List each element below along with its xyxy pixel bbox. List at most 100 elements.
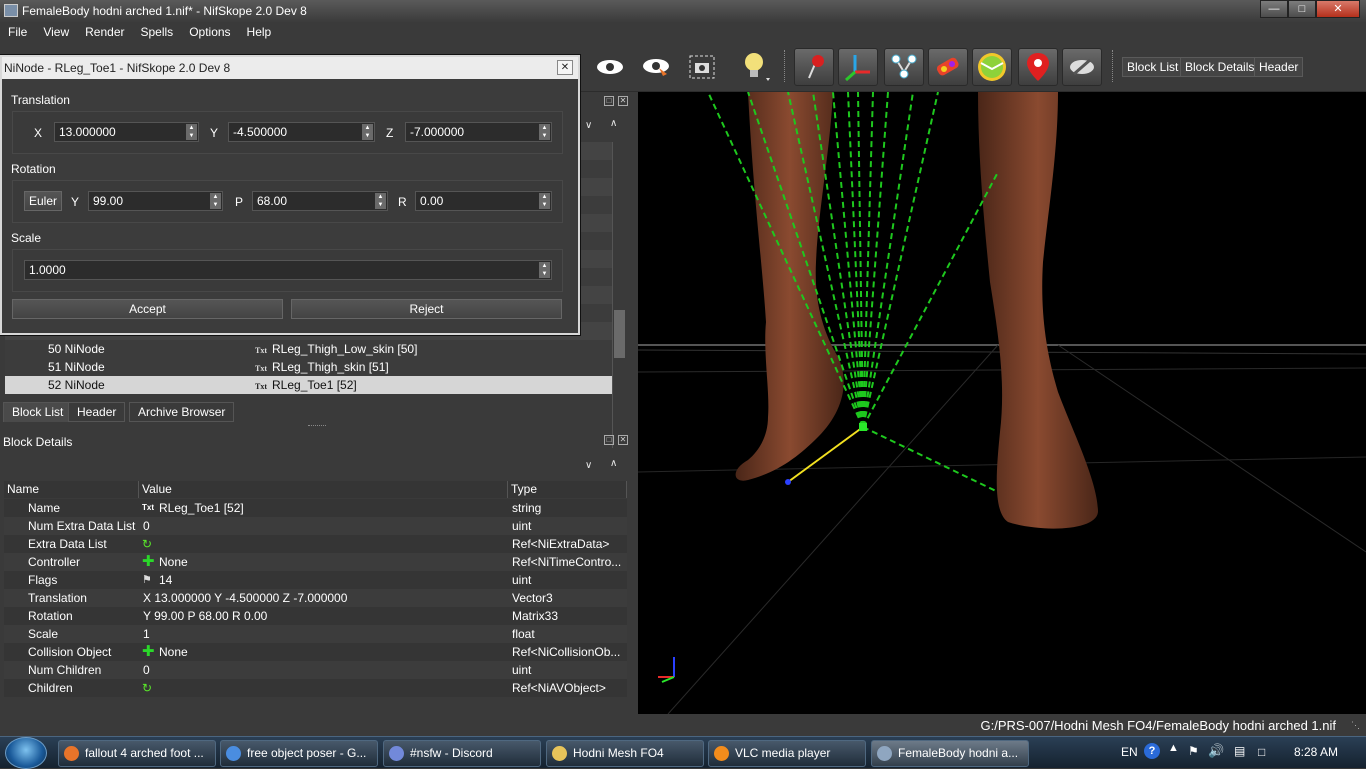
show-visible-icon[interactable] (590, 48, 630, 86)
tree-scrollbar[interactable] (612, 142, 626, 448)
tab-archive-browser[interactable]: Archive Browser (129, 402, 235, 422)
show-hidden-icon[interactable] (636, 48, 676, 86)
close-details-icon[interactable]: ✕ (618, 435, 628, 445)
details-row[interactable]: Scale 1 float (4, 625, 627, 643)
details-row-value[interactable]: RLeg_Toe1 [52] (159, 499, 244, 517)
marker-pin-icon[interactable] (1018, 48, 1058, 86)
collapse-down-icon[interactable]: ∨ (585, 460, 592, 471)
details-row-value[interactable]: 0 (143, 517, 150, 535)
menu-view[interactable]: View (35, 22, 77, 42)
collapse-up-icon[interactable]: ∧ (610, 458, 617, 469)
action-center-icon[interactable]: □ (1258, 745, 1265, 759)
nodes-icon[interactable] (884, 48, 924, 86)
screenshot-icon[interactable] (682, 48, 722, 86)
reject-button[interactable]: Reject (291, 299, 562, 319)
details-row[interactable]: Children ↻ Ref<NiAVObject> (4, 679, 627, 697)
details-row-value[interactable]: 0 (143, 661, 150, 679)
collapse-down-icon[interactable]: ∨ (585, 120, 592, 131)
details-row-value[interactable]: X 13.000000 Y -4.500000 Z -7.000000 (143, 589, 347, 607)
scale-input[interactable]: 1.0000 ▲ ▼ (24, 260, 552, 280)
start-button-icon[interactable] (5, 737, 47, 769)
spin-arrows-icon[interactable]: ▲ ▼ (375, 193, 386, 209)
hide-toggle-icon[interactable] (1062, 48, 1102, 86)
details-row-value[interactable]: Y 99.00 P 68.00 R 0.00 (143, 607, 267, 625)
menu-file[interactable]: File (0, 22, 35, 42)
toolbar-block-details-button[interactable]: Block Details (1180, 57, 1260, 77)
select-icon[interactable] (794, 48, 834, 86)
taskbar-task[interactable]: free object poser - G... (220, 740, 378, 767)
lighting-bulb-icon[interactable] (736, 48, 776, 86)
resize-grip-icon[interactable]: ⋱ (1351, 720, 1360, 731)
spin-arrows-icon[interactable]: ▲ ▼ (539, 262, 550, 278)
details-row[interactable]: Flags ⚑ 14 uint (4, 571, 627, 589)
rotation-p-input[interactable]: 68.00 ▲ ▼ (252, 191, 388, 211)
column-header-name[interactable]: Name (4, 481, 139, 498)
spin-arrows-icon[interactable]: ▲ ▼ (186, 124, 197, 140)
tray-flag-icon[interactable]: ⚑ (1188, 744, 1199, 758)
details-row[interactable]: Num Extra Data List 0 uint (4, 517, 627, 535)
details-row[interactable]: Name Txt RLeg_Toe1 [52] string (4, 499, 627, 517)
collapse-up-icon[interactable]: ∧ (610, 118, 617, 129)
close-button[interactable]: ✕ (1316, 0, 1360, 18)
euler-button[interactable]: Euler (24, 191, 62, 211)
details-row-value[interactable]: 14 (159, 571, 172, 589)
clock[interactable]: 8:28 AM (1294, 745, 1338, 759)
toolbar-block-list-button[interactable]: Block List (1122, 57, 1184, 77)
menu-spells[interactable]: Spells (133, 22, 182, 42)
taskbar-task[interactable]: Hodni Mesh FO4 (546, 740, 704, 767)
menu-help[interactable]: Help (239, 22, 280, 42)
details-row[interactable]: Rotation Y 99.00 P 68.00 R 0.00 Matrix33 (4, 607, 627, 625)
taskbar-task[interactable]: fallout 4 arched foot ... (58, 740, 216, 767)
rotation-y-input[interactable]: 99.00 ▲ ▼ (88, 191, 223, 211)
details-row-value[interactable]: None (159, 643, 188, 661)
tray-up-icon[interactable]: ▲ (1168, 742, 1179, 754)
add-reference-icon: ✚ (142, 553, 155, 570)
details-row[interactable]: Num Children 0 uint (4, 661, 627, 679)
maximize-button[interactable]: □ (1288, 0, 1316, 18)
close-panel-icon[interactable]: ✕ (618, 96, 628, 106)
collision-icon[interactable] (972, 48, 1012, 86)
tab-header[interactable]: Header (68, 402, 126, 422)
taskbar-task[interactable]: FemaleBody hodni a... (871, 740, 1029, 767)
translation-x-input[interactable]: 13.000000 ▲ ▼ (54, 122, 199, 142)
menu-render[interactable]: Render (77, 22, 132, 42)
column-header-value[interactable]: Value (139, 481, 508, 498)
float-panel-icon[interactable]: □ (604, 96, 614, 106)
column-header-type[interactable]: Type (508, 481, 627, 498)
tree-scrollbar-thumb[interactable] (614, 310, 625, 358)
details-row[interactable]: Extra Data List ↻ Ref<NiExtraData> (4, 535, 627, 553)
details-row-value[interactable]: None (159, 553, 188, 571)
toolbar-header-button[interactable]: Header (1254, 57, 1304, 77)
rotation-r-input[interactable]: 0.00 ▲ ▼ (415, 191, 552, 211)
translation-z-input[interactable]: -7.000000 ▲ ▼ (405, 122, 552, 142)
spin-arrows-icon[interactable]: ▲ ▼ (539, 124, 550, 140)
details-row[interactable]: Translation X 13.000000 Y -4.500000 Z -7.… (4, 589, 627, 607)
accept-button[interactable]: Accept (12, 299, 283, 319)
tree-row[interactable]: 51 NiNode Txt RLeg_Thigh_skin [51] (5, 358, 612, 376)
details-row-value[interactable]: 1 (143, 625, 150, 643)
menu-options[interactable]: Options (181, 22, 238, 42)
help-icon[interactable]: ? (1144, 743, 1160, 759)
details-row[interactable]: Controller ✚ None Ref<NiTimeContro... (4, 553, 627, 571)
translation-y-input[interactable]: -4.500000 ▲ ▼ (228, 122, 375, 142)
tree-row[interactable]: 50 NiNode Txt RLeg_Thigh_Low_skin [50] (5, 340, 612, 358)
dialog-close-button[interactable]: ✕ (557, 60, 573, 75)
spin-arrows-icon[interactable]: ▲ ▼ (362, 124, 373, 140)
textures-icon[interactable] (928, 48, 968, 86)
language-indicator[interactable]: EN (1121, 745, 1138, 759)
splitter-handle[interactable] (308, 425, 326, 427)
details-row[interactable]: Collision Object ✚ None Ref<NiCollisionOb..… (4, 643, 627, 661)
details-row-name: Flags (28, 573, 58, 587)
transform-axes-icon[interactable] (838, 48, 878, 86)
3d-viewport[interactable] (638, 92, 1366, 714)
taskbar-task[interactable]: #nsfw - Discord (383, 740, 541, 767)
spin-arrows-icon[interactable]: ▲ ▼ (210, 193, 221, 209)
tree-row-selected[interactable]: 52 NiNode Txt RLeg_Toe1 [52] (5, 376, 612, 394)
volume-icon[interactable]: 🔊 (1208, 743, 1224, 759)
tab-block-list[interactable]: Block List (3, 402, 73, 422)
spin-arrows-icon[interactable]: ▲ ▼ (539, 193, 550, 209)
network-icon[interactable]: ▤ (1234, 744, 1245, 758)
minimize-button[interactable]: — (1260, 0, 1288, 18)
taskbar-task[interactable]: VLC media player (708, 740, 866, 767)
float-details-icon[interactable]: □ (604, 435, 614, 445)
